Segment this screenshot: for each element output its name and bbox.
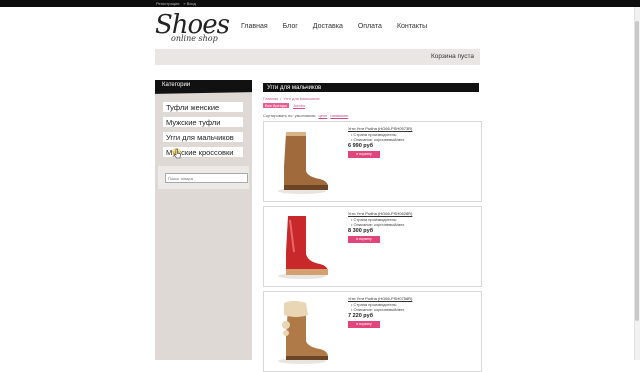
product-card: Угги Угги Pudha (HG66-PSH0628R) • Страна… [263,206,482,287]
product-image[interactable] [272,127,332,197]
sidebar: Категории Туфли женские Мужские туфли Уг… [155,80,252,360]
description-value: коричневый/мех [374,222,405,227]
sort-label: Сортировать по: умолчанию [263,113,316,118]
product-price: 6 990 руб [348,143,374,149]
main-nav: Главная Блог Доставка Оплата Контакты [241,23,427,30]
sort-by-price[interactable]: цене [318,113,327,118]
page-title: Угги для мальчиков [263,83,479,92]
product-image[interactable] [272,212,332,282]
nav-blog[interactable]: Блог [283,23,298,30]
category-item-men-shoes[interactable]: Мужские туфли [163,117,243,127]
auth-links: Регистрация » Вход [156,0,196,7]
top-bar: Регистрация » Вход [0,0,640,7]
site-logo[interactable]: Shoes online shop [155,10,230,48]
sort-by-name[interactable]: названию [330,113,348,118]
product-title[interactable]: Угги Угги Pudha (HG66-PSH0628R) [348,211,412,216]
pointer-hand-icon [173,148,181,159]
product-specs: • Страна производитель: • Описание: кори… [351,132,405,142]
register-link[interactable]: Регистрация [156,0,179,7]
description-value: коричневый/мех [374,307,405,312]
logo-subtitle: online shop [171,34,218,43]
add-to-cart-button[interactable]: в корзину [348,236,380,243]
search-input[interactable] [165,173,248,183]
brand-jumbo-link[interactable]: Jumbo [293,103,305,108]
description-label: Описание: [353,137,374,142]
category-item-women-shoes[interactable]: Туфли женские [163,102,243,112]
search-box [158,166,249,189]
nav-delivery[interactable]: Доставка [313,23,343,30]
breadcrumb-home[interactable]: Главная [263,96,278,101]
product-card: Угги Угги Pudha (HG66-PSH0573R) • Страна… [263,121,482,202]
description-value: коричневый/мех [374,137,405,142]
add-to-cart-button[interactable]: в корзину [348,151,380,158]
category-item-boys-uggs[interactable]: Угги для мальчиков [163,132,243,142]
breadcrumb-current[interactable]: Угги для мальчиков [283,96,319,101]
nav-payment[interactable]: Оплата [358,23,382,30]
product-price: 7 220 руб [348,313,374,319]
product-title[interactable]: Угги Угги Pudha (HG66-PSH0758R) [348,296,412,301]
breadcrumb: Главная / Угги для мальчиков [263,96,320,101]
product-image[interactable] [272,297,332,367]
product-title[interactable]: Угги Угги Pudha (HG66-PSH0573R) [348,126,412,131]
cart-status[interactable]: Корзина пуста [431,53,474,60]
description-label: Описание: [353,222,374,227]
cart-bar: Корзина пуста [155,49,480,65]
scrollbar-thumb[interactable] [635,21,639,321]
brand-all-button[interactable]: Все бренды [263,103,290,108]
nav-home[interactable]: Главная [241,23,268,30]
add-to-cart-button[interactable]: в корзину [348,321,380,328]
sort-bar: Сортировать по: умолчанию цене названию [263,113,348,118]
product-specs: • Страна производитель: • Описание: кори… [351,217,405,227]
scrollbar[interactable] [634,7,640,360]
login-link[interactable]: » Вход [183,0,195,7]
mouse-cursor [172,148,181,159]
nav-contacts[interactable]: Контакты [397,23,427,30]
description-label: Описание: [353,307,374,312]
product-price: 8 300 руб [348,228,374,234]
product-specs: • Страна производитель: • Описание: кори… [351,302,405,312]
sidebar-title: Категории [155,80,252,91]
brand-filter: Все бренды Jumbo [263,103,305,108]
